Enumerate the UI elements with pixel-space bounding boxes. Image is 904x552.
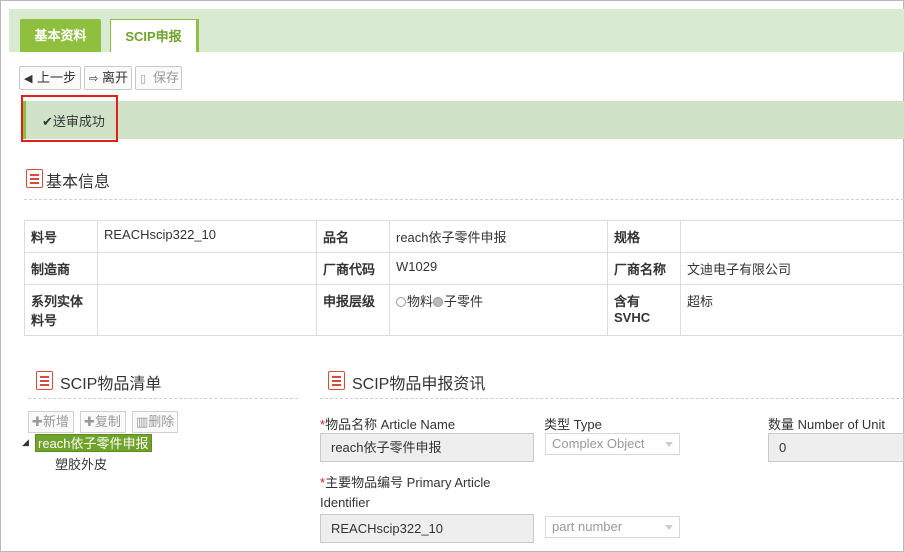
section-divider bbox=[24, 199, 904, 200]
radio-subpart[interactable] bbox=[433, 297, 444, 307]
article-name-label: *物品名称 Article Name bbox=[320, 417, 456, 432]
label-manufacturer: 制造商 bbox=[24, 252, 98, 285]
add-button[interactable]: ✚新增 bbox=[28, 411, 74, 433]
delete-button[interactable]: ▥删除 bbox=[132, 411, 178, 433]
unit-count-label: 数量 Number of Unit bbox=[768, 417, 886, 432]
plus-icon: ✚ bbox=[84, 414, 95, 429]
value-vendor-code: W1029 bbox=[389, 252, 608, 285]
value-spec bbox=[680, 220, 904, 253]
value-vendor-name: 文迪电子有限公司 bbox=[680, 252, 904, 285]
scip-list-title: SCIP物品清单 bbox=[60, 376, 162, 393]
radio-subpart-label: 子零件 bbox=[444, 294, 484, 309]
leave-button[interactable]: ⇨ 离开 bbox=[84, 66, 132, 90]
scip-info-title: SCIP物品申报资讯 bbox=[352, 376, 486, 393]
article-name-input[interactable]: reach依子零件申报 bbox=[320, 433, 534, 462]
value-manufacturer bbox=[97, 252, 317, 285]
tab-scip[interactable]: SCIP申报 bbox=[110, 19, 199, 52]
table-row: 制造商 厂商代码 W1029 厂商名称 文迪电子有限公司 bbox=[24, 252, 904, 285]
basic-info-title: 基本信息 bbox=[46, 174, 111, 191]
save-icon: ▯ bbox=[140, 73, 147, 85]
table-row: 系列实体料号 申报层级 物料 子零件 含有SVHC 超标 bbox=[24, 284, 904, 336]
label-svhc: 含有SVHC bbox=[607, 284, 681, 336]
success-alert: ✔送审成功 bbox=[23, 101, 904, 139]
label-vendor-name: 厂商名称 bbox=[607, 252, 681, 285]
tree-expand-icon[interactable]: ◢ bbox=[22, 437, 29, 448]
value-product-name: reach依子零件申报 bbox=[389, 220, 608, 253]
tree-node-selected[interactable]: reach依子零件申报 bbox=[35, 434, 152, 452]
copy-button[interactable]: ✚复制 bbox=[80, 411, 126, 433]
primary-article-label: *主要物品编号 Primary Article bbox=[320, 475, 491, 490]
radio-material-label: 物料 bbox=[407, 294, 434, 309]
type-label: 类型 Type bbox=[544, 417, 602, 432]
document-icon bbox=[328, 371, 345, 390]
value-svhc-status: 超标 bbox=[680, 284, 904, 336]
label-spec: 规格 bbox=[607, 220, 681, 253]
primary-article-label-2: Identifier bbox=[320, 495, 370, 510]
section-divider bbox=[320, 398, 904, 399]
save-label: 保存 bbox=[153, 70, 180, 85]
value-series-part-no bbox=[97, 284, 317, 336]
section-divider bbox=[28, 398, 298, 399]
primary-id-type-select[interactable]: part number bbox=[545, 516, 680, 538]
delete-label: 删除 bbox=[148, 414, 175, 429]
tab-bar: 基本资料 SCIP申报 bbox=[9, 9, 904, 52]
chevron-down-icon bbox=[665, 442, 673, 447]
label-product-name: 品名 bbox=[316, 220, 390, 253]
tree-node-child[interactable]: 塑胶外皮 bbox=[55, 454, 107, 473]
primary-article-input[interactable]: REACHscip322_10 bbox=[320, 514, 534, 543]
annotation-highlight-box bbox=[21, 95, 118, 142]
prev-step-label: 上一步 bbox=[37, 70, 77, 85]
declare-level-radio-group: 物料 子零件 bbox=[389, 284, 608, 336]
value-part-no: REACHscip322_10 bbox=[97, 220, 317, 253]
plus-icon: ✚ bbox=[32, 414, 43, 429]
label-series-part-no: 系列实体料号 bbox=[24, 284, 98, 336]
type-select[interactable]: Complex Object bbox=[545, 433, 680, 455]
basic-info-table: 料号 REACHscip322_10 品名 reach依子零件申报 规格 制造商… bbox=[24, 220, 904, 336]
chevron-down-icon bbox=[665, 525, 673, 530]
table-row: 料号 REACHscip322_10 品名 reach依子零件申报 规格 bbox=[24, 220, 904, 253]
label-part-no: 料号 bbox=[24, 220, 98, 253]
radio-material[interactable] bbox=[396, 297, 406, 307]
trash-icon: ▥ bbox=[136, 414, 149, 429]
leave-label: 离开 bbox=[102, 70, 129, 85]
prev-step-button[interactable]: ◀ 上一步 bbox=[19, 66, 81, 90]
label-declare-level: 申报层级 bbox=[316, 284, 390, 336]
tab-basic-info[interactable]: 基本资料 bbox=[20, 19, 101, 52]
document-icon bbox=[36, 371, 53, 390]
copy-label: 复制 bbox=[94, 414, 121, 429]
add-label: 新增 bbox=[42, 414, 69, 429]
exit-icon: ⇨ bbox=[89, 73, 99, 85]
save-button[interactable]: ▯ 保存 bbox=[135, 66, 182, 90]
arrow-left-icon: ◀ bbox=[24, 73, 33, 85]
unit-count-input[interactable]: 0 bbox=[768, 433, 904, 462]
label-vendor-code: 厂商代码 bbox=[316, 252, 390, 285]
list-icon bbox=[26, 169, 43, 188]
